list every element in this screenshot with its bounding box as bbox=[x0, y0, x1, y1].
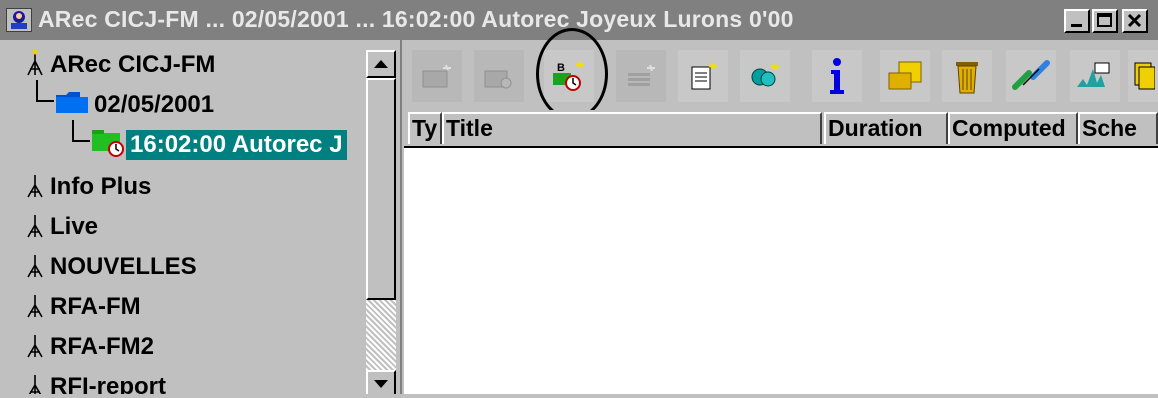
tree-item-nouvelles[interactable]: NOUVELLES bbox=[24, 248, 201, 286]
trash-icon bbox=[950, 56, 984, 96]
link-button[interactable] bbox=[1006, 50, 1056, 102]
column-header-type[interactable]: Ty bbox=[408, 112, 442, 144]
waveform-button[interactable] bbox=[1070, 50, 1120, 102]
tree-item-label: ARec CICJ-FM bbox=[50, 51, 216, 78]
maximize-icon[interactable] bbox=[1092, 9, 1118, 33]
new-folder-button[interactable] bbox=[412, 50, 462, 102]
info-button[interactable] bbox=[812, 50, 862, 102]
tree-item-label: Info Plus bbox=[50, 173, 152, 200]
tree-item-label: RFA-FM bbox=[50, 293, 141, 320]
group-icon bbox=[748, 61, 782, 91]
delete-button[interactable] bbox=[942, 50, 992, 102]
copy-button[interactable] bbox=[1128, 50, 1158, 102]
link-icon bbox=[1011, 59, 1051, 93]
title-bar[interactable]: ARec CICJ-FM ... 02/05/2001 ... 16:02:00… bbox=[0, 0, 1158, 40]
new-scheduled-folder-icon bbox=[482, 61, 516, 91]
svg-text:B: B bbox=[557, 62, 565, 74]
app-window: ARec CICJ-FM ... 02/05/2001 ... 16:02:00… bbox=[0, 0, 1158, 398]
antenna-icon bbox=[24, 289, 46, 326]
station-tree-pane: ARec CICJ-FM 02/05/2001 16:02:00 Autorec… bbox=[0, 40, 402, 398]
copy-icon bbox=[1131, 59, 1155, 93]
antenna-icon bbox=[24, 169, 46, 206]
tree-item-arec-cicj-fm[interactable]: ARec CICJ-FM bbox=[24, 46, 219, 84]
move-folder-icon bbox=[885, 59, 925, 93]
tree-item-label: NOUVELLES bbox=[50, 253, 197, 280]
new-group-button[interactable] bbox=[740, 50, 790, 102]
column-header-title[interactable]: Title bbox=[442, 112, 822, 144]
new-block-clock-icon: B bbox=[551, 59, 587, 93]
tree-item-label: 02/05/2001 bbox=[94, 91, 215, 118]
window-frame-bottom bbox=[0, 394, 1158, 398]
tree-item-label: Live bbox=[50, 213, 99, 240]
scroll-track[interactable] bbox=[366, 300, 396, 370]
scroll-up-button[interactable] bbox=[366, 50, 396, 78]
green-folder-clock-icon bbox=[90, 127, 126, 164]
tree-item-live[interactable]: Live bbox=[24, 208, 102, 246]
move-button[interactable] bbox=[880, 50, 930, 102]
tree-scrollbar[interactable] bbox=[366, 50, 396, 398]
new-scheduled-folder-button[interactable] bbox=[474, 50, 524, 102]
new-note-button[interactable] bbox=[678, 50, 728, 102]
tree-item-date-folder[interactable]: 02/05/2001 bbox=[54, 86, 218, 124]
station-tree: ARec CICJ-FM 02/05/2001 16:02:00 Autorec… bbox=[6, 40, 364, 398]
tree-item-label: 16:02:00 Autorec J bbox=[126, 130, 347, 160]
item-list[interactable] bbox=[404, 148, 1158, 398]
toolbar: B bbox=[404, 28, 1158, 120]
radio-station-icon[interactable] bbox=[6, 8, 32, 32]
antenna-icon bbox=[24, 329, 46, 366]
new-item-icon bbox=[624, 61, 658, 91]
waveform-icon bbox=[1075, 59, 1115, 93]
tree-item-rfa-fm[interactable]: RFA-FM bbox=[24, 288, 145, 326]
new-item-button[interactable] bbox=[616, 50, 666, 102]
window-title: ARec CICJ-FM ... 02/05/2001 ... 16:02:00… bbox=[38, 6, 794, 32]
tree-item-autorec-block[interactable]: 16:02:00 Autorec J bbox=[90, 126, 347, 164]
tree-item-label: RFA-FM2 bbox=[50, 333, 154, 360]
close-icon[interactable] bbox=[1122, 9, 1148, 33]
new-block-button[interactable]: B bbox=[544, 50, 594, 102]
blue-folder-icon bbox=[54, 89, 90, 122]
new-folder-icon bbox=[420, 61, 454, 91]
scroll-thumb[interactable] bbox=[366, 78, 396, 300]
content-pane: B Ty Title Duration Computed Sche bbox=[404, 28, 1158, 398]
info-icon bbox=[820, 56, 854, 96]
antenna-icon bbox=[24, 209, 46, 246]
column-header-computed[interactable]: Computed bbox=[948, 112, 1078, 144]
column-header-duration[interactable]: Duration bbox=[824, 112, 948, 144]
column-header-schedule[interactable]: Sche bbox=[1078, 112, 1158, 144]
antenna-icon bbox=[24, 47, 46, 84]
minimize-icon[interactable] bbox=[1064, 9, 1090, 33]
antenna-icon bbox=[24, 249, 46, 286]
tree-item-rfa-fm2[interactable]: RFA-FM2 bbox=[24, 328, 158, 366]
tree-item-info-plus[interactable]: Info Plus bbox=[24, 168, 155, 206]
grid-header: Ty Title Duration Computed Sche bbox=[404, 110, 1158, 148]
note-icon bbox=[686, 61, 720, 91]
